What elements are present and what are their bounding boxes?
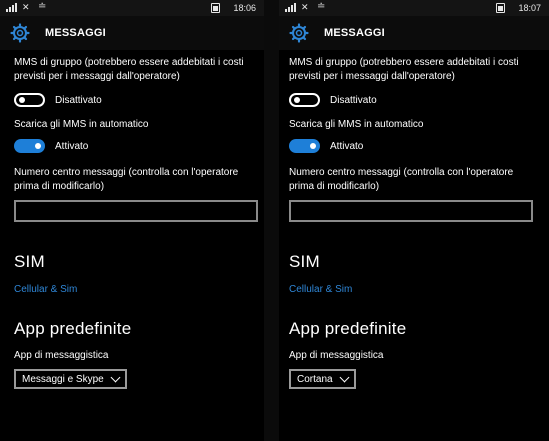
sim-heading: SIM [14,252,45,271]
messaging-app-label: App di messaggistica [289,350,384,361]
auto-mms-description: Scarica gli MMS in automatico [14,119,149,130]
group-mms-toggle[interactable] [14,93,45,107]
cellular-sim-link[interactable]: Cellular & Sim [289,284,541,295]
sim-heading: SIM [289,252,320,271]
messaging-app-dropdown[interactable]: Messaggi e Skype [14,369,127,389]
no-sim-icon: ✕ [301,2,309,12]
auto-mms-toggle-row[interactable]: Attivato [289,136,541,156]
signal-bars-icon [6,3,17,12]
toggle-knob [310,143,316,149]
wifi-icon: ≐ [38,1,47,12]
group-mms-toggle-row[interactable]: Disattivato [14,90,256,110]
status-bar: ✕ ≐ 18:07 [279,0,549,16]
messaging-app-dropdown[interactable]: Cortana [289,369,356,389]
group-mms-description: MMS di gruppo (potrebbero essere addebit… [289,57,519,82]
toggle-knob [294,97,300,103]
group-mms-state: Disattivato [55,94,102,106]
phone-screen-left: ✕ ≐ 18:06 MESSAGGI MMS di gruppo (potreb… [0,0,264,441]
status-bar: ✕ ≐ 18:06 [0,0,264,16]
screen-divider [264,0,279,441]
page-title: MESSAGGI [45,27,106,39]
status-time: 18:06 [233,3,256,13]
settings-content: MMS di gruppo (potrebbero essere addebit… [14,50,258,389]
chevron-down-icon [339,372,350,382]
auto-mms-toggle[interactable] [14,139,45,153]
group-mms-state: Disattivato [330,94,377,106]
status-time: 18:07 [518,3,541,13]
phone-screen-right: ✕ ≐ 18:07 MESSAGGI MMS di gruppo (potreb… [279,0,549,441]
default-apps-heading: App predefinite [14,319,132,338]
wifi-icon: ≐ [317,1,326,12]
chevron-down-icon [110,372,121,382]
center-number-input[interactable] [289,200,533,222]
auto-mms-state: Attivato [55,140,89,152]
battery-icon [211,3,220,13]
page-header: MESSAGGI [0,16,264,50]
cellular-sim-link[interactable]: Cellular & Sim [14,284,256,295]
center-number-description: Numero centro messaggi (controlla con l'… [14,167,239,192]
messaging-app-label: App di messaggistica [14,350,109,361]
center-number-input[interactable] [14,200,258,222]
auto-mms-description: Scarica gli MMS in automatico [289,119,424,130]
toggle-knob [35,143,41,149]
signal-bars-icon [285,3,296,12]
page-title: MESSAGGI [324,27,385,39]
no-sim-icon: ✕ [22,2,30,12]
settings-content: MMS di gruppo (potrebbero essere addebit… [289,50,541,389]
group-mms-description: MMS di gruppo (potrebbero essere addebit… [14,57,244,82]
auto-mms-toggle[interactable] [289,139,320,153]
gear-icon[interactable] [10,23,30,43]
dropdown-selected-value: Messaggi e Skype [22,373,104,385]
dropdown-selected-value: Cortana [297,373,333,385]
default-apps-heading: App predefinite [289,319,407,338]
group-mms-toggle[interactable] [289,93,320,107]
battery-icon [496,3,505,13]
toggle-knob [19,97,25,103]
auto-mms-state: Attivato [330,140,364,152]
page-header: MESSAGGI [279,16,549,50]
group-mms-toggle-row[interactable]: Disattivato [289,90,541,110]
auto-mms-toggle-row[interactable]: Attivato [14,136,256,156]
gear-icon[interactable] [289,23,309,43]
center-number-description: Numero centro messaggi (controlla con l'… [289,167,514,192]
